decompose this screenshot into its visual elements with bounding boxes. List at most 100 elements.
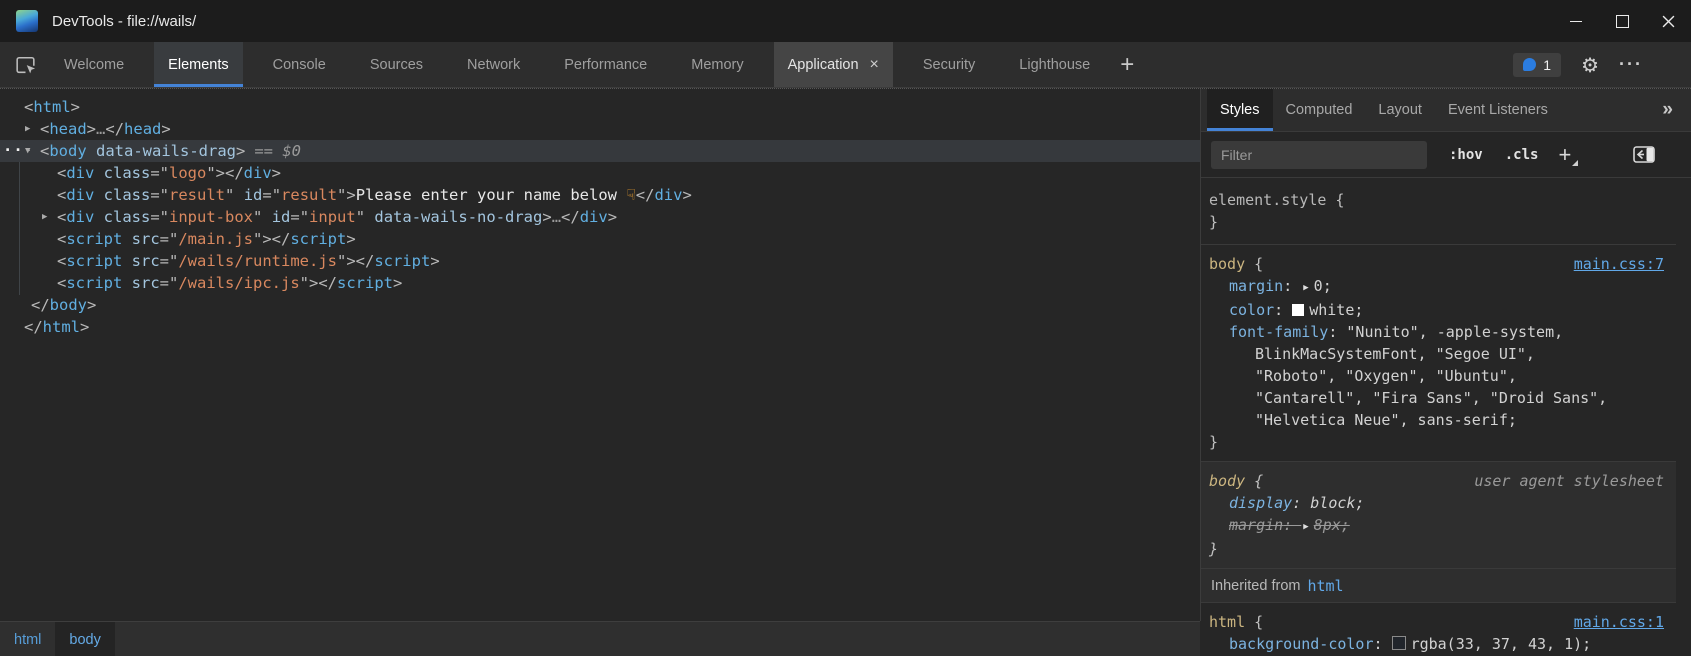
css-property-value[interactable]: 8px;: [1314, 516, 1350, 534]
issues-count: 1: [1543, 57, 1551, 73]
more-panels-chevron-icon[interactable]: »: [1662, 89, 1673, 131]
dom-tree-row[interactable]: <script src="/wails/runtime.js"></script…: [0, 250, 1200, 272]
toggle-element-classes-button[interactable]: .cls: [1505, 147, 1539, 163]
devtools-logo-icon: [16, 10, 38, 32]
dom-node-text: <script src="/wails/runtime.js"></script…: [0, 250, 440, 272]
selected-node-marker: == $0: [254, 142, 301, 160]
tab-console[interactable]: Console: [259, 42, 340, 87]
css-property-value[interactable]: 0;: [1314, 277, 1332, 295]
css-property-name[interactable]: display: [1229, 494, 1292, 512]
breadcrumb-html[interactable]: html: [0, 622, 55, 656]
tab-performance[interactable]: Performance: [550, 42, 661, 87]
tab-security[interactable]: Security: [909, 42, 989, 87]
more-tabs-button[interactable]: +: [1104, 42, 1150, 87]
breadcrumb-body[interactable]: body: [55, 622, 114, 656]
styles-tab-event-listeners[interactable]: Event Listeners: [1435, 89, 1561, 131]
dom-tree-row[interactable]: <div class="result" id="result">Please e…: [0, 184, 1200, 206]
dom-tree-row[interactable]: <div class="logo"></div>: [0, 162, 1200, 184]
css-selector[interactable]: element.style: [1209, 189, 1326, 211]
dom-tree-row[interactable]: <script src="/wails/ipc.js"></script>: [0, 272, 1200, 294]
color-swatch[interactable]: [1292, 304, 1304, 316]
tab-network[interactable]: Network: [453, 42, 534, 87]
window-title: DevTools - file://wails/: [52, 13, 196, 30]
dom-tree-row[interactable]: ···▼<body data-wails-drag>== $0: [0, 140, 1200, 162]
expand-arrow-icon[interactable]: ▶: [42, 206, 47, 228]
tab-sources[interactable]: Sources: [356, 42, 437, 87]
new-style-rule-button[interactable]: +: [1558, 142, 1578, 168]
style-rule[interactable]: element.style {}: [1201, 178, 1676, 245]
maximize-button[interactable]: [1599, 0, 1645, 42]
inherited-element-link[interactable]: html: [1307, 577, 1343, 595]
css-property[interactable]: margin: ▶8px;: [1209, 514, 1664, 538]
dom-tree-row[interactable]: ▶<head>…</head>: [0, 118, 1200, 140]
expand-value-icon[interactable]: ▶: [1303, 516, 1308, 538]
css-property-value[interactable]: rgba(33, 37, 43, 1);: [1411, 635, 1592, 653]
collapse-arrow-icon[interactable]: ▼: [25, 140, 30, 162]
style-rule[interactable]: body {main.css:7margin: ▶0;color: white;…: [1201, 245, 1676, 462]
minimize-button[interactable]: [1553, 0, 1599, 42]
color-swatch[interactable]: [1392, 636, 1406, 650]
close-tab-icon[interactable]: ×: [870, 56, 879, 74]
css-property-name[interactable]: margin: [1229, 277, 1283, 295]
dom-node-text: <script src="/main.js"></script>: [0, 228, 356, 250]
inherited-from-bar: Inherited fromhtml: [1201, 569, 1676, 603]
css-value-wrap: "Helvetica Neue", sans-serif;: [1209, 409, 1664, 431]
css-property[interactable]: color: white;: [1209, 299, 1664, 321]
css-property-value[interactable]: white;: [1309, 301, 1363, 319]
css-property-name[interactable]: color: [1229, 301, 1274, 319]
styles-tab-styles[interactable]: Styles: [1207, 89, 1273, 131]
tab-label: Network: [467, 57, 520, 73]
css-property[interactable]: background-color: rgba(33, 37, 43, 1);: [1209, 633, 1664, 655]
tab-elements[interactable]: Elements: [154, 42, 242, 87]
styles-tab-layout[interactable]: Layout: [1365, 89, 1435, 131]
dom-tree-row[interactable]: </html>: [0, 316, 1200, 338]
elements-panel: <html>▶<head>…</head>···▼<body data-wail…: [0, 89, 1201, 621]
tab-label: Sources: [370, 57, 423, 73]
css-property[interactable]: margin: ▶0;: [1209, 275, 1664, 299]
toggle-pseudo-state-button[interactable]: :hov: [1449, 147, 1483, 163]
dom-node-text: <div class="result" id="result">Please e…: [0, 184, 692, 206]
close-button[interactable]: [1645, 0, 1691, 42]
tab-memory[interactable]: Memory: [677, 42, 757, 87]
dom-tree-row[interactable]: ▶<div class="input-box" id="input" data-…: [0, 206, 1200, 228]
tab-application[interactable]: Application ×: [774, 42, 893, 87]
dom-node-text: </html>: [0, 316, 89, 338]
css-property[interactable]: display: block;: [1209, 492, 1664, 514]
tab-label: Console: [273, 57, 326, 73]
dom-tree: <html>▶<head>…</head>···▼<body data-wail…: [0, 89, 1200, 338]
tab-welcome[interactable]: Welcome: [50, 42, 138, 87]
settings-gear-icon[interactable]: ⚙: [1581, 53, 1599, 77]
css-selector[interactable]: body: [1209, 470, 1245, 492]
dom-tree-row[interactable]: <script src="/main.js"></script>: [0, 228, 1200, 250]
title-bar: DevTools - file://wails/: [0, 0, 1691, 42]
tab-label: Performance: [564, 57, 647, 73]
css-property-value[interactable]: "Nunito", -apple-system,: [1346, 323, 1563, 341]
tab-label: Application: [788, 57, 859, 73]
style-rule[interactable]: body {user agent stylesheetdisplay: bloc…: [1201, 462, 1676, 569]
css-property[interactable]: font-family: "Nunito", -apple-system,: [1209, 321, 1664, 343]
issues-counter[interactable]: 1: [1513, 53, 1561, 77]
computed-sidebar-toggle-button[interactable]: [1633, 146, 1655, 163]
rule-header: element.style {: [1209, 189, 1664, 211]
dom-tree-row[interactable]: </body>: [0, 294, 1200, 316]
inspect-element-button[interactable]: [0, 42, 50, 87]
more-options-icon[interactable]: ···: [1619, 54, 1643, 75]
styles-filter-input[interactable]: [1211, 141, 1427, 169]
expand-value-icon[interactable]: ▶: [1303, 277, 1308, 299]
css-property-name[interactable]: margin: [1229, 516, 1283, 534]
dom-tree-row[interactable]: <html>: [0, 96, 1200, 118]
css-selector[interactable]: html: [1209, 611, 1245, 633]
css-property-name[interactable]: font-family: [1229, 323, 1328, 341]
stylesheet-source-link[interactable]: main.css:1: [1574, 611, 1664, 633]
css-selector[interactable]: body: [1209, 253, 1245, 275]
css-property-name[interactable]: background-color: [1229, 635, 1374, 653]
css-property-value[interactable]: block;: [1310, 494, 1364, 512]
style-rule[interactable]: html {main.css:1background-color: rgba(3…: [1201, 603, 1676, 656]
tab-lighthouse[interactable]: Lighthouse: [1005, 42, 1104, 87]
expand-arrow-icon[interactable]: ▶: [25, 118, 30, 140]
dom-node-text: <div class="input-box" id="input" data-w…: [0, 206, 617, 228]
tab-label: Welcome: [64, 57, 124, 73]
stylesheet-source-link[interactable]: main.css:7: [1574, 253, 1664, 275]
styles-rules-list: element.style {}body {main.css:7margin: …: [1201, 178, 1676, 656]
styles-tab-computed[interactable]: Computed: [1273, 89, 1366, 131]
